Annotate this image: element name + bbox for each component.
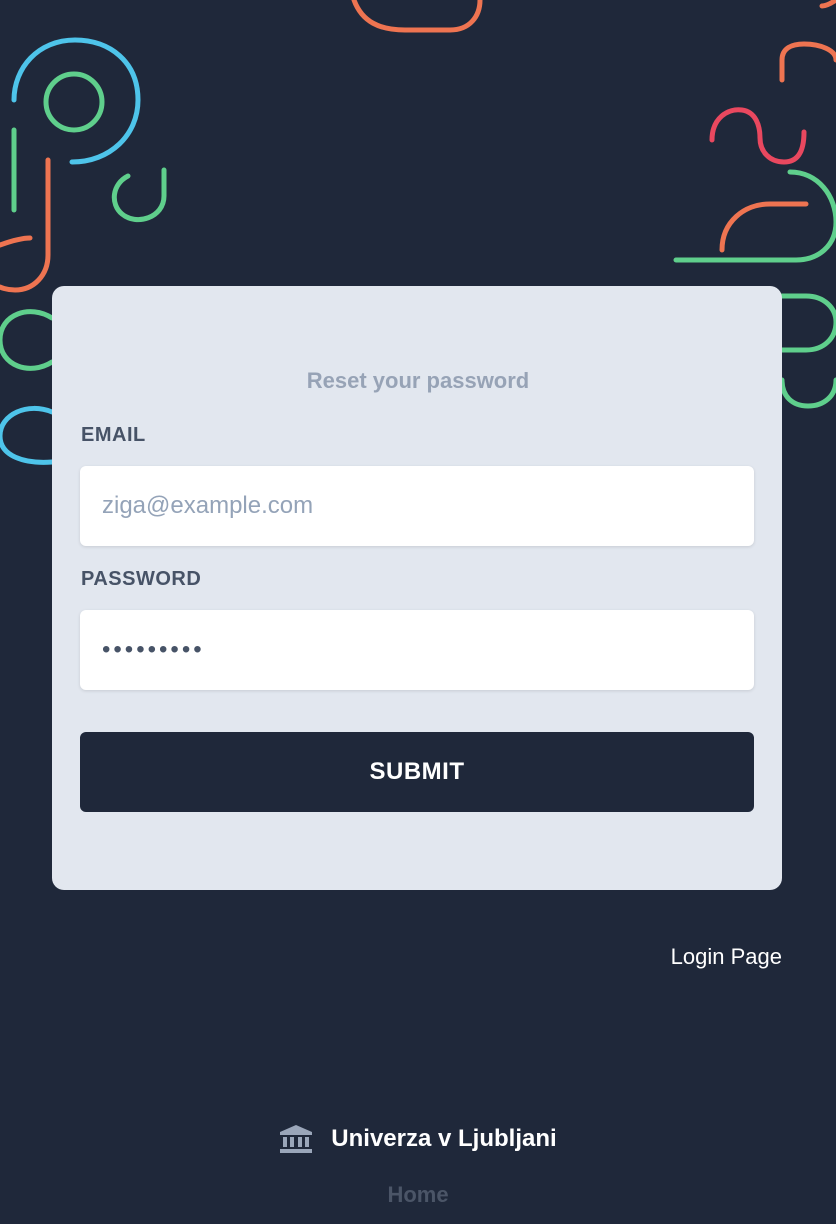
- email-field[interactable]: [80, 466, 754, 546]
- password-label: PASSWORD: [81, 568, 202, 590]
- institution-icon: [280, 1125, 313, 1153]
- home-link[interactable]: Home: [0, 1182, 836, 1208]
- form-title: Reset your password: [306, 368, 530, 393]
- brand-name: Univerza v Ljubljani: [331, 1125, 557, 1152]
- submit-button[interactable]: SUBMIT: [80, 732, 754, 812]
- reset-password-page: Reset your password EMAIL PASSWORD SUBMI…: [0, 0, 836, 1224]
- login-page-link[interactable]: Login Page: [671, 944, 782, 970]
- password-field[interactable]: [80, 610, 754, 690]
- email-label: EMAIL: [81, 424, 146, 446]
- footer-brand[interactable]: Univerza v Ljubljani: [0, 1124, 836, 1154]
